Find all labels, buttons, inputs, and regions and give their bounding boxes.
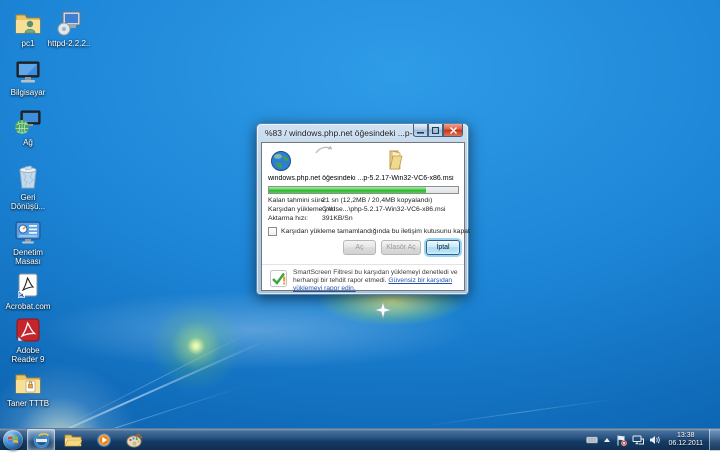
row-label: Aktarma hızı: — [268, 215, 308, 222]
folder-icon — [64, 433, 82, 447]
download-filename: windows.php.net öğesindeki ...p-5.2.17-W… — [268, 175, 460, 182]
desktop-icon-label: Geri Dönüşü... — [5, 193, 51, 211]
desktop-icon-label: pc1 — [5, 39, 51, 48]
desktop-icon-pc1[interactable]: pc1 — [5, 8, 51, 48]
minimize-button[interactable] — [413, 124, 428, 137]
desktop-icon-label: httpd-2.2.2.. — [46, 39, 92, 48]
taskbar: 13:38 06.12.2011 — [0, 428, 720, 450]
shared-folder-icon — [13, 8, 43, 38]
paint-icon — [126, 433, 143, 448]
desktop-icon-adobe-reader[interactable]: Adobe Reader 9 — [5, 315, 51, 364]
locked-folder-icon — [13, 368, 43, 398]
show-hidden-icons-button[interactable] — [603, 437, 611, 443]
smartscreen-check-icon — [270, 270, 287, 287]
row-value: C:\Use...\php-5.2.17-Win32-VC6-x86.msi — [322, 206, 446, 213]
system-tray: 13:38 06.12.2011 — [586, 429, 706, 451]
volume-icon[interactable] — [649, 435, 660, 445]
download-animation-arrow-icon — [314, 144, 334, 156]
dialog-body: windows.php.net öğesindeki ...p-5.2.17-W… — [261, 142, 465, 291]
progress-fill — [269, 187, 426, 193]
taskbar-media-player-button[interactable] — [90, 429, 118, 451]
desktop-icon-recycle-bin[interactable]: Geri Dönüşü... — [5, 162, 51, 211]
open-folder-button[interactable]: Klasör Aç — [381, 240, 421, 255]
maximize-icon — [432, 127, 439, 134]
desktop-icon-acrobat-com[interactable]: Acrobat.com — [5, 271, 51, 311]
clock-date: 06.12.2011 — [668, 440, 703, 448]
adobe-reader-icon — [13, 315, 43, 345]
action-center-flag-icon[interactable] — [616, 435, 627, 446]
acrobat-com-shortcut-icon — [13, 271, 43, 301]
open-button[interactable]: Aç — [343, 240, 376, 255]
taskbar-explorer-button[interactable] — [59, 429, 87, 451]
desktop-icon-control-panel[interactable]: Denetim Masası — [5, 217, 51, 266]
dialog-titlebar[interactable]: %83 / windows.php.net öğesindeki ...p-5.… — [265, 126, 423, 140]
start-button[interactable] — [3, 430, 23, 450]
close-button[interactable] — [443, 124, 463, 137]
media-player-icon — [96, 432, 112, 448]
close-icon — [450, 127, 457, 134]
download-dialog: %83 / windows.php.net öğesindeki ...p-5.… — [256, 123, 469, 295]
desktop-icon-taner-folder[interactable]: Taner TTTB — [5, 368, 51, 408]
wallpaper-streak — [421, 398, 619, 427]
maximize-button[interactable] — [428, 124, 443, 137]
taskbar-clock[interactable]: 13:38 06.12.2011 — [665, 432, 706, 448]
row-value: 391KB/Sn — [322, 215, 353, 222]
checkbox-label: Karşıdan yükleme tamamlandığında bu ilet… — [281, 228, 470, 235]
minimize-icon — [417, 127, 424, 134]
download-progress-bar — [268, 186, 459, 194]
desktop-icon-label: Denetim Masası — [5, 248, 51, 266]
tray-keyboard-icon[interactable] — [586, 436, 598, 444]
globe-icon — [270, 150, 292, 172]
windows-logo-icon — [7, 434, 19, 446]
desktop-icon-label: Taner TTTB — [5, 399, 51, 408]
smartscreen-text: SmartScreen Filtresi bu karşıdan yükleme… — [293, 269, 459, 293]
clock-time: 13:38 — [668, 432, 703, 440]
desktop-icon-label: Acrobat.com — [5, 302, 51, 311]
smartscreen-separator — [262, 264, 464, 265]
computer-icon — [13, 57, 43, 87]
desktop-icon-computer[interactable]: Bilgisayar — [5, 57, 51, 97]
row-value: 21 sn (12,2MB / 20,4MB kopyalandı) — [322, 197, 432, 204]
taskbar-internet-explorer-button[interactable] — [27, 429, 55, 451]
installer-package-icon — [54, 8, 84, 38]
wallpaper-streak — [52, 328, 257, 433]
desktop-icon-httpd-installer[interactable]: httpd-2.2.2.. — [46, 8, 92, 48]
control-panel-icon — [13, 217, 43, 247]
desktop-icon-network[interactable]: Ağ — [5, 107, 51, 147]
destination-folder-icon — [384, 148, 408, 172]
network-places-icon — [13, 107, 43, 137]
desktop-icon-label: Bilgisayar — [5, 88, 51, 97]
close-when-done-checkbox[interactable] — [268, 227, 277, 236]
desktop-icon-label: Ağ — [5, 138, 51, 147]
desktop-icon-label: Adobe Reader 9 — [5, 346, 51, 364]
taskbar-paint-button[interactable] — [120, 429, 148, 451]
cancel-button[interactable]: İptal — [426, 240, 460, 255]
recycle-bin-icon — [13, 162, 43, 192]
internet-explorer-icon — [33, 432, 50, 449]
row-label: Kalan tahmini süre: — [268, 197, 326, 204]
show-desktop-button[interactable] — [709, 429, 720, 451]
network-status-icon[interactable] — [632, 435, 644, 445]
